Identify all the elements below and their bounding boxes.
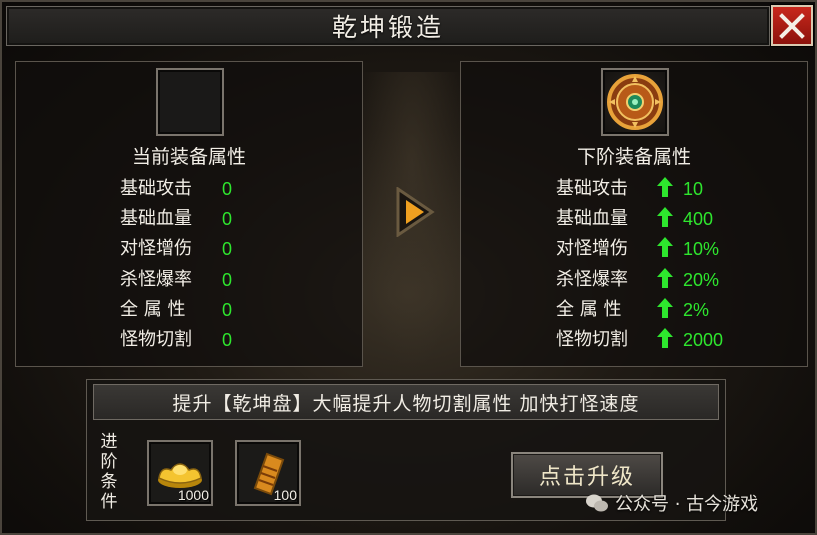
gold-ingot-count: 1000 <box>177 487 209 503</box>
increase-arrow-icon <box>657 328 673 348</box>
window-title: 乾坤锻造 <box>331 13 444 42</box>
wechat-icon <box>586 494 608 512</box>
upgrade-direction-arrow-icon <box>396 187 435 237</box>
watermark: 公众号 · 古今游戏 <box>585 490 758 516</box>
attribute-label: 杀怪爆率 <box>556 269 628 290</box>
attribute-label: 对怪增伤 <box>120 238 192 259</box>
attribute-value: 0 <box>222 209 233 229</box>
attribute-row: 杀怪爆率 0 <box>16 265 362 293</box>
attribute-value: 0 <box>222 179 233 199</box>
scroll-count: 100 <box>273 487 297 503</box>
forge-window: 乾坤锻造 当前装备属性 基础攻击 0 基础血量 0 对怪增伤 0 杀怪爆率 0 … <box>0 0 817 535</box>
current-equipment-slot[interactable] <box>156 68 224 136</box>
attribute-row: 怪物切割 0 <box>16 325 362 353</box>
current-attributes-heading: 当前装备属性 <box>131 146 246 168</box>
attribute-row: 基础攻击 0 <box>16 174 362 202</box>
attribute-value: 0 <box>222 330 233 350</box>
attribute-value: 20% <box>683 270 720 290</box>
increase-arrow-icon <box>657 237 673 257</box>
qiankun-disc-icon <box>607 74 663 130</box>
attribute-row: 基础血量 400 <box>461 204 807 232</box>
attribute-label: 杀怪爆率 <box>120 269 192 290</box>
attribute-row: 全 属 性 0 <box>16 295 362 323</box>
conditions-label: 进阶条件 <box>100 432 118 512</box>
gold-ingot-requirement-slot[interactable]: 1000 <box>147 440 213 506</box>
scroll-requirement-slot[interactable]: 100 <box>235 440 301 506</box>
attribute-label: 怪物切割 <box>120 329 192 350</box>
watermark-text: 公众号 · 古今游戏 <box>615 494 759 515</box>
next-attributes-heading: 下阶装备属性 <box>576 146 691 168</box>
close-button[interactable] <box>771 5 813 46</box>
attribute-label: 基础攻击 <box>120 178 192 199</box>
attribute-value: 0 <box>222 270 233 290</box>
next-equipment-slot[interactable] <box>601 68 669 136</box>
upgrade-description-banner: 提升【乾坤盘】大幅提升人物切割属性 加快打怪速度 <box>93 384 719 420</box>
increase-arrow-icon <box>657 207 673 227</box>
attribute-label: 怪物切割 <box>556 329 628 350</box>
attribute-label: 全 属 性 <box>120 299 186 320</box>
attribute-label: 对怪增伤 <box>556 238 628 259</box>
increase-arrow-icon <box>657 268 673 288</box>
close-icon <box>779 12 805 39</box>
attribute-value: 10% <box>683 239 720 259</box>
attribute-row: 怪物切割 2000 <box>461 325 807 353</box>
attribute-value: 0 <box>222 239 233 259</box>
attribute-value: 0 <box>222 300 233 320</box>
next-attributes-panel: 下阶装备属性 基础攻击 10 基础血量 400 对怪增伤 10% 杀怪爆率 20… <box>460 61 808 367</box>
increase-arrow-icon <box>657 177 673 197</box>
attribute-row: 基础血量 0 <box>16 204 362 232</box>
attribute-label: 基础攻击 <box>556 178 628 199</box>
attribute-value: 2000 <box>683 330 724 350</box>
attribute-row: 杀怪爆率 20% <box>461 265 807 293</box>
attribute-label: 基础血量 <box>120 208 192 229</box>
increase-arrow-icon <box>657 298 673 318</box>
attribute-row: 对怪增伤 0 <box>16 234 362 262</box>
attribute-value: 2% <box>683 300 710 320</box>
attribute-row: 基础攻击 10 <box>461 174 807 202</box>
attribute-row: 对怪增伤 10% <box>461 234 807 262</box>
attribute-label: 全 属 性 <box>556 299 622 320</box>
attribute-label: 基础血量 <box>556 208 628 229</box>
attribute-value: 400 <box>683 209 714 229</box>
attribute-value: 10 <box>683 179 704 199</box>
attribute-row: 全 属 性 2% <box>461 295 807 323</box>
current-attributes-panel: 当前装备属性 基础攻击 0 基础血量 0 对怪增伤 0 杀怪爆率 0 全 属 性… <box>15 61 363 367</box>
title-bar: 乾坤锻造 <box>6 6 770 46</box>
